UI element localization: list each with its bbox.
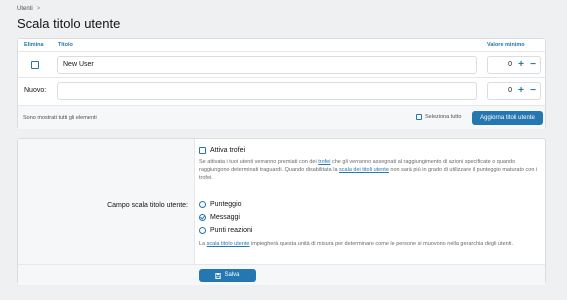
new-title-input[interactable] [57, 82, 477, 100]
save-icon [215, 272, 222, 279]
ladder-help-text: La scala titolo utente impiegherà questa… [199, 240, 539, 248]
enable-trophies-label[interactable]: Attiva trofei [210, 147, 245, 154]
new-row-label: Nuovo: [24, 87, 47, 94]
reaction-points-label[interactable]: Punti reazioni [210, 227, 252, 234]
table-footer: Sono mostrati tutti gli elementi Selezio… [18, 105, 545, 129]
breadcrumb-item-users[interactable]: Utenti [17, 6, 33, 12]
trophies-help-text: Se attivata i tuoi utenti verranno premi… [199, 158, 539, 182]
plus-icon[interactable]: + [515, 58, 527, 72]
min-value[interactable]: 0 [508, 61, 512, 68]
messages-label[interactable]: Messaggi [210, 214, 240, 221]
ladder-link[interactable]: scala dei titoli utente [339, 167, 389, 173]
save-label[interactable]: Salva [224, 269, 239, 282]
select-all-checkbox[interactable] [416, 114, 422, 120]
min-value-stepper[interactable]: 0 + − [487, 56, 541, 74]
header-title: Titolo [58, 42, 73, 48]
header-min-value: Valore minimo [487, 42, 525, 48]
settings-label-column: Campo scala titolo utente: [18, 139, 195, 264]
title-input[interactable]: New User [57, 56, 477, 74]
select-all-label[interactable]: Seleziona tutto [425, 114, 461, 120]
option-messages[interactable]: Messaggi [199, 214, 240, 221]
settings-block: Campo scala titolo utente: Attiva trofei… [17, 138, 546, 285]
enable-trophies-option[interactable]: Attiva trofei [199, 147, 245, 154]
select-all[interactable]: Seleziona tutto [416, 114, 461, 120]
minus-icon[interactable]: − [527, 58, 539, 72]
new-min-value-stepper[interactable]: 0 + − [487, 82, 541, 100]
plus-icon[interactable]: + [515, 84, 527, 98]
items-shown-note: Sono mostrati tutti gli elementi [23, 115, 97, 121]
field-label: Campo scala titolo utente: [107, 202, 188, 209]
breadcrumb-separator-icon: > [36, 6, 41, 12]
help-text-part: impiegherà questa unità di misura per de… [249, 241, 514, 247]
help-text-part: La [199, 241, 207, 247]
messages-radio[interactable] [199, 214, 206, 221]
reaction-points-radio[interactable] [199, 227, 206, 234]
table-header: Elimina Titolo Valore minimo [18, 39, 545, 51]
new-min-value[interactable]: 0 [508, 87, 512, 94]
new-row: Nuovo: 0 + − [18, 77, 545, 103]
page-title: Scala titolo utente [17, 16, 121, 31]
enable-trophies-checkbox[interactable] [199, 147, 206, 154]
points-label[interactable]: Punteggio [210, 201, 242, 208]
update-user-titles-button[interactable]: Aggiorna titoli utente [472, 111, 543, 125]
option-reaction-points[interactable]: Punti reazioni [199, 227, 252, 234]
save-button[interactable]: Salva [199, 269, 256, 282]
trophies-link[interactable]: trofei [318, 159, 330, 165]
option-points[interactable]: Punteggio [199, 201, 242, 208]
ladder-link[interactable]: scala titolo utente [207, 241, 250, 247]
minus-icon[interactable]: − [527, 84, 539, 98]
settings-footer: Salva [18, 264, 545, 285]
table-row: New User 0 + − [18, 51, 545, 77]
delete-checkbox[interactable] [31, 61, 39, 69]
points-radio[interactable] [199, 201, 206, 208]
help-text-part: Se attivata i tuoi utenti verranno premi… [199, 159, 319, 165]
header-delete: Elimina [24, 42, 44, 48]
breadcrumb: Utenti > [17, 6, 40, 12]
user-title-ladder-table: Elimina Titolo Valore minimo New User 0 … [17, 38, 546, 129]
